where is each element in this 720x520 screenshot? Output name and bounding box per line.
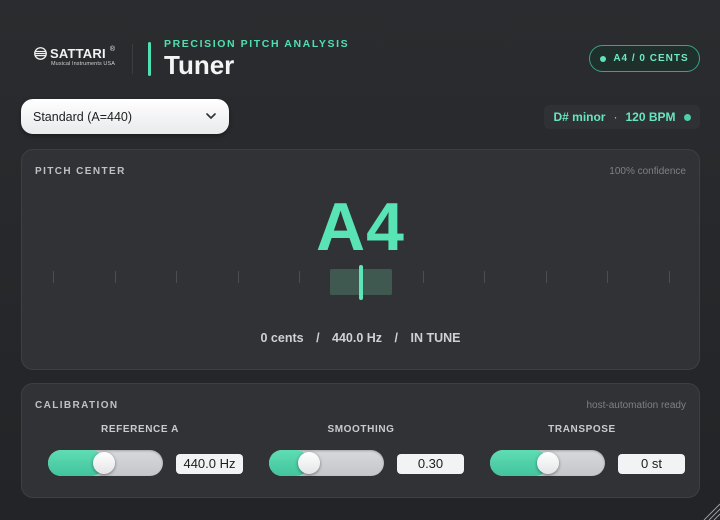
detected-note: A4 [316,189,405,265]
header-divider [132,44,133,74]
slider-thumb[interactable] [297,452,320,474]
sattari-logo-icon [34,47,47,60]
slider-thumb[interactable] [536,452,559,474]
meter-tick [238,271,239,283]
resize-grip-icon[interactable] [700,500,720,520]
app-title: Tuner [164,50,235,80]
meter-tick [484,271,485,283]
meter-tick [176,271,177,283]
sync-dot-icon [683,113,691,121]
pitch-panel-label: PITCH CENTER [35,166,126,177]
logo-registered-mark: ® [109,46,115,53]
meter-tick [669,271,670,283]
control-title: REFERENCE A [101,424,179,435]
tempo: 120 BPM [625,110,676,124]
transpose-control: TRANSPOSE 0 st [464,424,685,484]
tune-state: IN TUNE [410,331,461,345]
pitch-center-panel: PITCH CENTER 100% confidence A4 0 cents … [21,149,700,370]
status-dot-icon [600,55,607,62]
meter-tick [115,271,116,283]
app-eyebrow: PRECISION PITCH ANALYSIS [164,38,350,50]
automation-note: host-automation ready [586,400,686,411]
frequency-value: 440.0 Hz [332,331,383,345]
meter-tick [299,271,300,283]
logo-subtitle: Musical Instruments USA [51,61,116,67]
tuning-needle [359,265,363,300]
readout-separator: / [394,331,399,345]
badge-separator: · [613,110,618,124]
smoothing-value[interactable]: 0.30 [397,454,464,474]
meter-tick [607,271,608,283]
reference-a-slider[interactable] [48,450,163,476]
meter-tick [53,271,54,283]
title-accent-bar [148,42,151,76]
calibration-panel: CALIBRATION host-automation ready REFERE… [21,383,700,498]
meter-tick [423,271,424,283]
detected-key: D# minor [553,110,606,124]
control-title: SMOOTHING [327,424,395,435]
brand-logo: SATTARI ® Musical Instruments USA [34,46,115,67]
control-title: TRANSPOSE [548,424,616,435]
reference-a-value[interactable]: 440.0 Hz [176,454,243,474]
cents-meter [50,258,674,300]
meter-tick [546,271,547,283]
calibration-panel-label: CALIBRATION [35,400,119,411]
tuning-preset-select[interactable]: Standard (A=440) [21,99,229,134]
tuning-preset-value: Standard (A=440) [33,109,133,124]
cents-value: 0 cents [260,331,304,345]
chevron-down-icon [206,113,216,119]
smoothing-control: SMOOTHING 0.30 [243,424,464,484]
reference-a-control: REFERENCE A 440.0 Hz [22,424,243,484]
confidence-label: 100% confidence [609,166,686,177]
smoothing-slider[interactable] [269,450,384,476]
pitch-status-text: A4 / 0 CENTS [613,53,689,64]
transpose-value[interactable]: 0 st [618,454,685,474]
slider-thumb[interactable] [92,452,115,474]
readout-separator: / [316,331,320,345]
pitch-readout: 0 cents / 440.0 Hz / IN TUNE [22,331,699,345]
transpose-slider[interactable] [490,450,605,476]
key-tempo-badge: D# minor · 120 BPM [544,105,700,129]
logo-name: SATTARI [50,46,106,61]
pitch-status-pill: A4 / 0 CENTS [589,45,700,72]
